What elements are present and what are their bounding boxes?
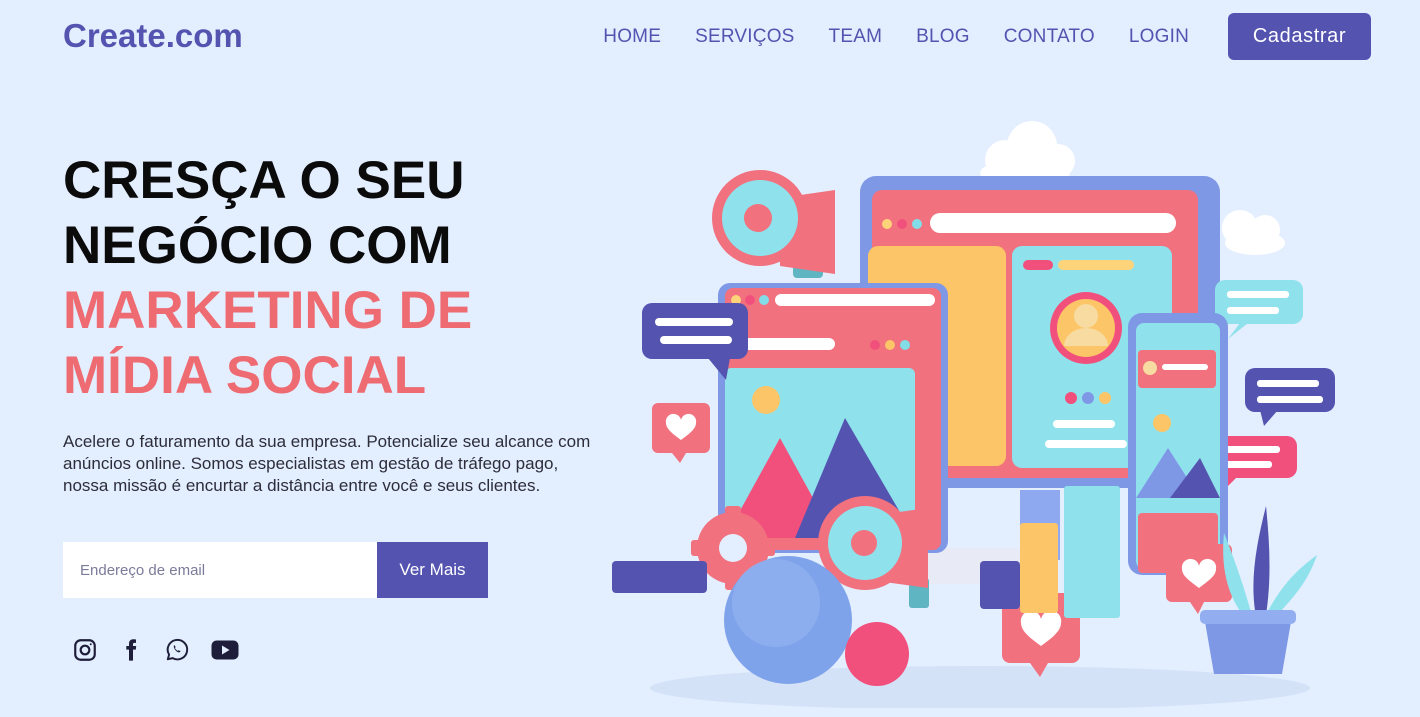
megaphone-icon xyxy=(712,170,835,278)
youtube-icon[interactable] xyxy=(211,639,239,661)
email-form: Ver Mais xyxy=(63,542,488,598)
facebook-icon[interactable] xyxy=(119,637,143,663)
email-input[interactable] xyxy=(63,542,377,598)
hero-title: CRESÇA O SEU NEGÓCIO COM MARKETING DE MÍ… xyxy=(63,148,472,408)
speech-bubble-icon xyxy=(1245,368,1335,426)
hero-title-line1: CRESÇA O SEU xyxy=(63,151,465,210)
nav-services[interactable]: SERVIÇOS xyxy=(695,26,794,48)
logo[interactable]: Create.com xyxy=(63,17,243,55)
main-nav: HOME SERVIÇOS TEAM BLOG CONTATO LOGIN Ca… xyxy=(603,13,1371,60)
social-media-marketing-illustration xyxy=(612,121,1335,708)
heart-icon xyxy=(1166,544,1232,614)
nav-login[interactable]: LOGIN xyxy=(1129,26,1189,48)
speech-bubble-icon xyxy=(1215,280,1303,339)
social-links xyxy=(72,637,260,663)
hero-title-line2: NEGÓCIO COM xyxy=(63,216,452,275)
signup-button[interactable]: Cadastrar xyxy=(1228,13,1371,60)
nav-blog[interactable]: BLOG xyxy=(916,26,970,48)
nav-team[interactable]: TEAM xyxy=(829,26,883,48)
cloud-icon xyxy=(1222,210,1285,255)
nav-home[interactable]: HOME xyxy=(603,26,661,48)
hero-title-line3: MARKETING DE xyxy=(63,281,473,340)
hero-description: Acelere o faturamento da sua empresa. Po… xyxy=(63,432,591,495)
instagram-icon[interactable] xyxy=(72,637,98,663)
whatsapp-icon[interactable] xyxy=(164,637,190,663)
hero-title-line4: MÍDIA SOCIAL xyxy=(63,346,427,405)
nav-contact[interactable]: CONTATO xyxy=(1004,26,1095,48)
heart-icon xyxy=(652,403,710,463)
see-more-button[interactable]: Ver Mais xyxy=(377,542,488,598)
